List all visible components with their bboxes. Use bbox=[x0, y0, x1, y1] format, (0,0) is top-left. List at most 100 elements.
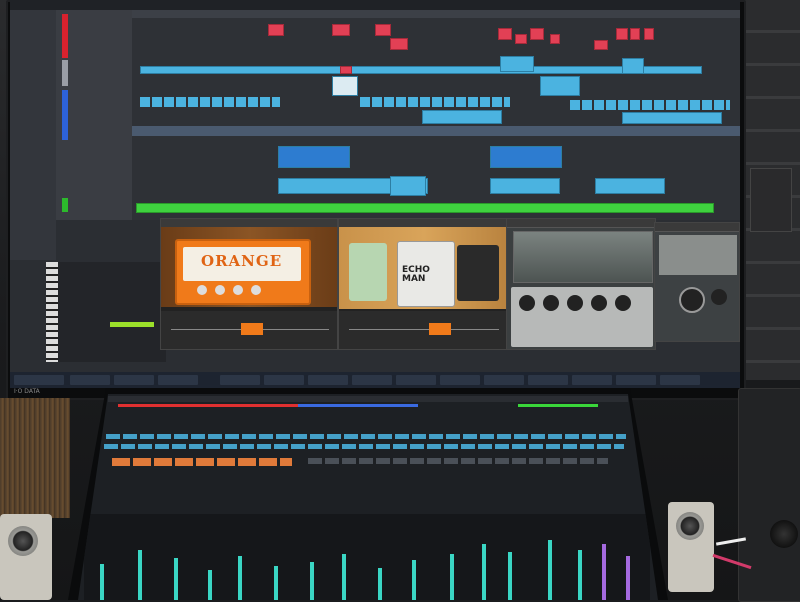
level-meter bbox=[578, 550, 582, 600]
audio-clip[interactable] bbox=[490, 146, 562, 168]
audio-clip[interactable] bbox=[136, 203, 714, 213]
pa-speaker bbox=[738, 388, 800, 602]
fabric-decoration bbox=[0, 398, 70, 518]
audio-clip[interactable] bbox=[375, 24, 391, 36]
audio-clip[interactable] bbox=[278, 146, 350, 168]
audio-clip[interactable] bbox=[515, 34, 527, 44]
level-meter bbox=[412, 560, 416, 600]
taskbar-app[interactable] bbox=[70, 375, 110, 385]
taskbar-app[interactable] bbox=[114, 375, 154, 385]
mixer-top-bar bbox=[108, 396, 628, 402]
knob[interactable] bbox=[519, 295, 535, 311]
audio-clip[interactable] bbox=[268, 24, 284, 36]
audio-clip[interactable] bbox=[332, 76, 358, 96]
chain-amp-block[interactable] bbox=[241, 323, 263, 335]
monitor-brand-logo: I·O DATA bbox=[14, 388, 40, 395]
taskbar-search[interactable] bbox=[14, 375, 64, 385]
audio-clip[interactable] bbox=[540, 76, 580, 96]
rack-device bbox=[750, 168, 792, 232]
level-meter bbox=[508, 552, 512, 600]
daw-menu-bar bbox=[10, 0, 740, 10]
audio-clip[interactable] bbox=[490, 178, 560, 194]
audio-clip[interactable] bbox=[140, 66, 702, 74]
audio-clip[interactable] bbox=[332, 24, 350, 36]
level-meter bbox=[174, 558, 178, 600]
track-color-blue bbox=[62, 90, 68, 140]
amp-knob[interactable] bbox=[215, 285, 225, 295]
knob[interactable] bbox=[615, 295, 631, 311]
channel-label-row bbox=[104, 444, 624, 449]
audio-clip[interactable] bbox=[500, 56, 534, 72]
reverb-plugin-window bbox=[506, 218, 656, 350]
audio-clip[interactable] bbox=[622, 58, 644, 74]
audio-clip[interactable] bbox=[498, 28, 512, 40]
audio-clip[interactable] bbox=[616, 28, 628, 40]
taskbar-app[interactable] bbox=[572, 375, 612, 385]
signal-chain-bar bbox=[339, 311, 507, 349]
audio-clip[interactable] bbox=[530, 28, 544, 40]
level-meter bbox=[482, 544, 486, 600]
taskbar-app[interactable] bbox=[440, 375, 480, 385]
audio-clip[interactable] bbox=[390, 38, 408, 50]
audio-clip[interactable] bbox=[390, 176, 426, 196]
mixer-color-strip-green bbox=[518, 404, 598, 407]
amp-plugin-window: ORANGE bbox=[160, 218, 338, 350]
audio-clip[interactable] bbox=[550, 34, 560, 44]
chain-block[interactable] bbox=[429, 323, 451, 335]
channel-label-row bbox=[106, 434, 626, 439]
knob[interactable] bbox=[679, 287, 705, 313]
taskbar-app[interactable] bbox=[308, 375, 348, 385]
taskbar-app[interactable] bbox=[660, 375, 700, 385]
taskbar-app[interactable] bbox=[158, 375, 198, 385]
knob[interactable] bbox=[591, 295, 607, 311]
knob[interactable] bbox=[711, 289, 727, 305]
level-meter bbox=[602, 544, 606, 600]
taskbar-app[interactable] bbox=[484, 375, 524, 385]
automation-lane bbox=[132, 126, 740, 136]
audio-clip[interactable] bbox=[622, 112, 722, 124]
channel-label-row-grey bbox=[308, 458, 608, 464]
speaker-grille bbox=[770, 520, 798, 548]
amp-knob[interactable] bbox=[197, 285, 207, 295]
clip-row bbox=[140, 97, 280, 107]
windows-taskbar bbox=[10, 372, 740, 388]
audio-clip[interactable] bbox=[644, 28, 654, 40]
level-meter bbox=[138, 550, 142, 600]
knob[interactable] bbox=[543, 295, 559, 311]
audio-clip[interactable] bbox=[594, 40, 608, 50]
channel-label-row-orange bbox=[112, 458, 292, 466]
note-editor bbox=[46, 262, 166, 362]
level-meter bbox=[274, 566, 278, 600]
mixer-console bbox=[78, 394, 658, 600]
compressor-plugin-window bbox=[654, 222, 740, 342]
speaker-cone bbox=[8, 526, 38, 556]
audio-clip[interactable] bbox=[630, 28, 640, 40]
piano-keys bbox=[46, 262, 58, 362]
audio-clip[interactable] bbox=[340, 66, 352, 74]
mixer-color-strip-blue bbox=[298, 404, 418, 407]
fader-section bbox=[84, 514, 650, 600]
room-visual bbox=[513, 231, 653, 283]
chain-line bbox=[349, 329, 499, 330]
amp-faceplate: ORANGE bbox=[183, 247, 301, 281]
echo-pedal: ECHO MAN bbox=[397, 241, 455, 307]
daw-screen: ORANGE ECHO MAN bbox=[10, 0, 740, 388]
audio-clip[interactable] bbox=[422, 110, 502, 124]
taskbar-app[interactable] bbox=[396, 375, 436, 385]
level-meter bbox=[238, 556, 242, 600]
daw-inspector bbox=[10, 10, 56, 260]
level-meter bbox=[378, 568, 382, 600]
level-meter bbox=[310, 562, 314, 600]
taskbar-app[interactable] bbox=[352, 375, 392, 385]
track-color-grey bbox=[62, 60, 68, 86]
taskbar-app[interactable] bbox=[528, 375, 568, 385]
audio-clip[interactable] bbox=[595, 178, 665, 194]
plugin-titlebar bbox=[507, 219, 655, 228]
taskbar-app[interactable] bbox=[264, 375, 304, 385]
knob[interactable] bbox=[567, 295, 583, 311]
amp-knob[interactable] bbox=[233, 285, 243, 295]
plugin-titlebar bbox=[655, 223, 739, 232]
taskbar-app[interactable] bbox=[220, 375, 260, 385]
taskbar-app[interactable] bbox=[616, 375, 656, 385]
amp-knob[interactable] bbox=[251, 285, 261, 295]
